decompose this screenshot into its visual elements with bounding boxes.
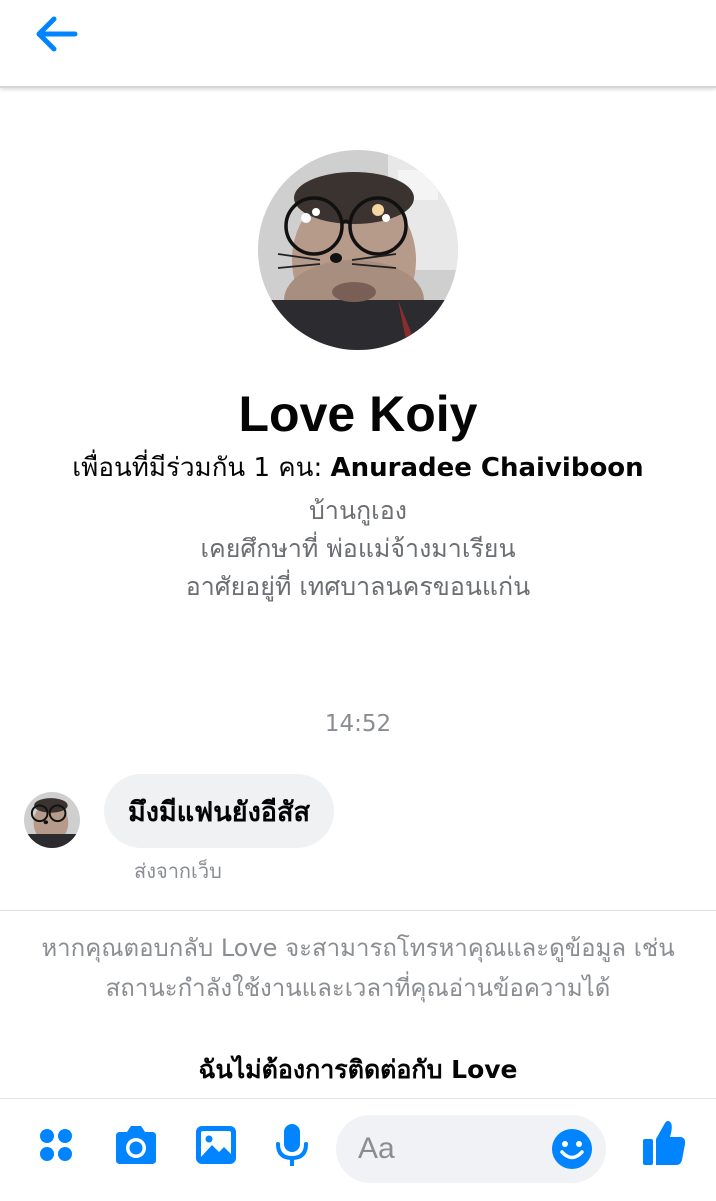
camera-icon [116, 1126, 156, 1164]
profile-info-education: เคยศึกษาที่ พ่อแม่จ้างมาเรียน [200, 534, 516, 563]
apps-button[interactable] [32, 1121, 80, 1169]
profile-avatar[interactable] [258, 150, 458, 350]
profile-info-location: อาศัยอยู่ที่ เทศบาลนครขอนแก่น [185, 572, 531, 601]
message-timestamp: 14:52 [324, 711, 392, 737]
profile-section: Love Koiy เพื่อนที่มีร่วมกัน 1 คน: Anura… [0, 150, 716, 606]
microphone-icon [276, 1124, 308, 1166]
emoji-icon [552, 1129, 592, 1169]
camera-button[interactable] [112, 1121, 160, 1169]
mutual-label: เพื่อนที่มีร่วมกัน 1 คน: [72, 453, 323, 483]
arrow-left-icon [36, 16, 78, 52]
like-button[interactable] [640, 1119, 688, 1167]
message-sent-from: ส่งจากเว็บ [134, 859, 222, 883]
gallery-icon [196, 1126, 236, 1164]
composer-bar [0, 1098, 716, 1201]
profile-name: Love Koiy [238, 386, 478, 442]
gallery-button[interactable] [192, 1121, 240, 1169]
apps-icon [40, 1129, 72, 1161]
profile-info-home: บ้านกูเอง [309, 496, 407, 525]
reply-notice: หากคุณตอบกลับ Love จะสามารถโทรหาคุณและดู… [41, 934, 675, 1002]
message-bubble[interactable]: มึงมีแฟนยังอีสัส [104, 774, 334, 848]
emoji-button[interactable] [550, 1127, 594, 1171]
divider [0, 910, 716, 911]
voice-button[interactable] [268, 1121, 316, 1169]
header-bar [0, 0, 716, 88]
thumbs-up-icon [643, 1121, 686, 1165]
message-text: มึงมีแฟนยังอีสัส [128, 796, 310, 828]
block-contact-button[interactable]: ฉันไม่ต้องการติดต่อกับ Love [0, 1050, 716, 1090]
mutual-friends: เพื่อนที่มีร่วมกัน 1 คน: Anuradee Chaivi… [0, 450, 716, 486]
message-input[interactable] [358, 1115, 538, 1183]
message-input-container [336, 1115, 606, 1183]
sender-avatar[interactable] [24, 792, 80, 848]
back-button[interactable] [26, 6, 86, 62]
mutual-friend-name[interactable]: Anuradee Chaiviboon [330, 453, 643, 483]
